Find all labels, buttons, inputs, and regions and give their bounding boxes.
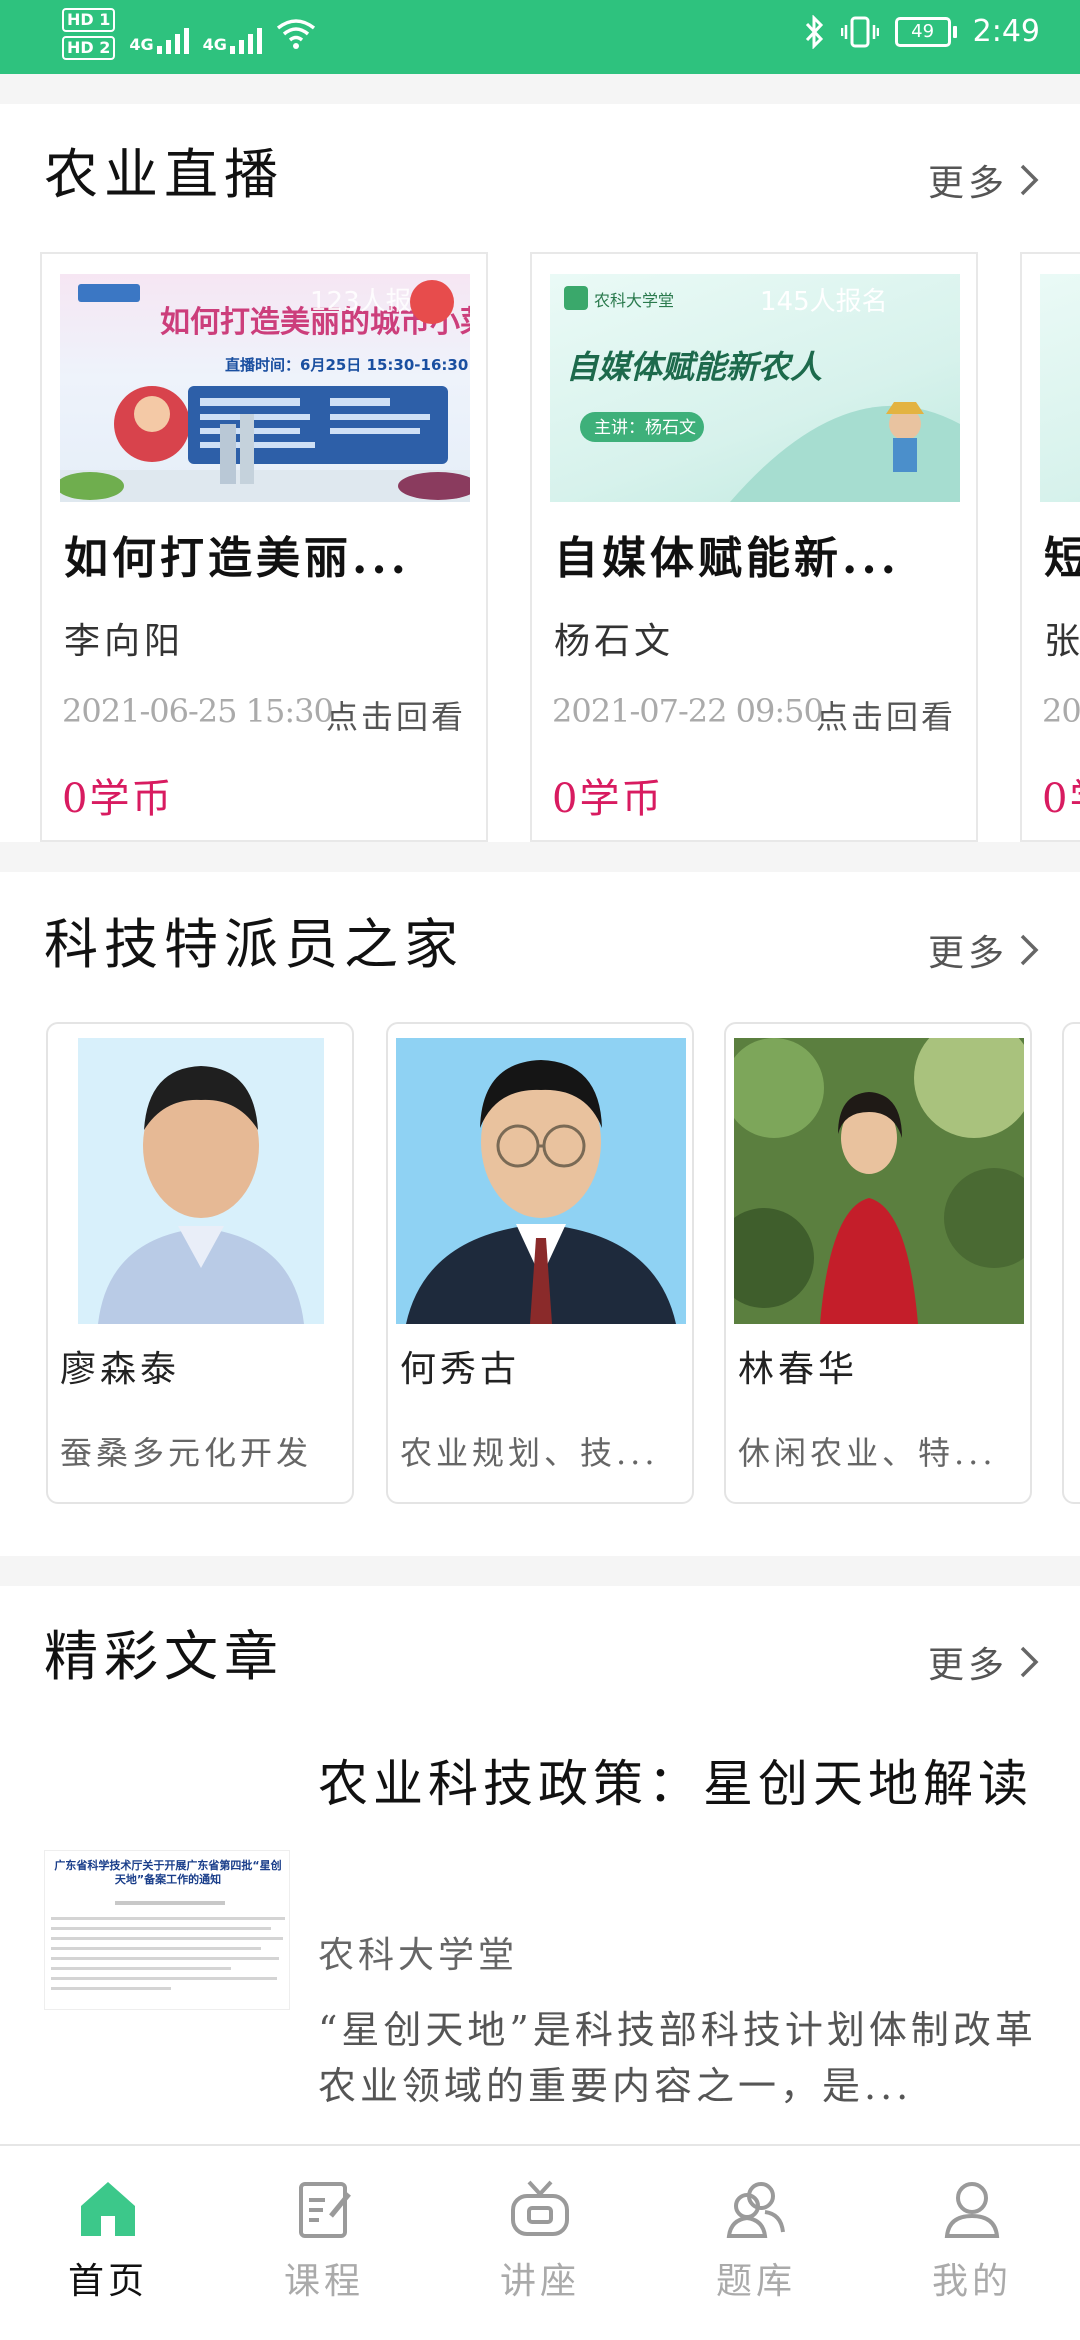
experts-list[interactable]: 廖森泰 蚕桑多元化开发 何秀古 农业规划、技... 林春华 休闲农业、特... bbox=[0, 1022, 1080, 1504]
live-card-time: 2021-07-22 09:50 bbox=[552, 692, 824, 730]
live-card[interactable]: 短 张 202 0学 bbox=[1020, 252, 1080, 842]
live-card[interactable]: 如何打造美丽的城市小菜园？ 123人报名 直播时间：6月25日 15:30-16… bbox=[40, 252, 488, 842]
live-card-host: 张 bbox=[1044, 621, 1080, 662]
expert-card[interactable]: 林春华 休闲农业、特... bbox=[724, 1022, 1032, 1504]
replay-link[interactable]: 点击回看 bbox=[326, 692, 466, 738]
live-card-host: 李向阳 bbox=[64, 621, 185, 662]
chevron-right-icon bbox=[1020, 1646, 1039, 1678]
article-title: 农业科技政策：星创天地解读 bbox=[318, 1755, 1033, 1813]
live-card-title: 自媒体赋能新... bbox=[554, 533, 900, 584]
thumb-overlay: 145人报名 bbox=[760, 287, 888, 317]
profile-icon bbox=[944, 2182, 1000, 2238]
article-summary: “星创天地”是科技部科技计划体制改革农业领域的重要内容之一，是... bbox=[318, 2008, 1037, 2108]
lecture-icon bbox=[511, 2180, 569, 2236]
section-divider bbox=[0, 1556, 1080, 1586]
network-type-2: 4G bbox=[202, 35, 227, 54]
question-bank-icon bbox=[726, 2182, 785, 2238]
live-thumbnail bbox=[1040, 274, 1080, 502]
bluetooth-icon bbox=[805, 14, 823, 49]
expert-photo bbox=[734, 1038, 1024, 1324]
tab-label: 讲座 bbox=[499, 2261, 580, 2302]
vibrate-icon bbox=[840, 16, 879, 47]
tab-question-bank[interactable]: 题库 bbox=[676, 2176, 836, 2304]
expert-name: 何秀古 bbox=[400, 1349, 521, 1390]
thumb-heading: 自媒体赋能新农人 bbox=[566, 348, 822, 386]
course-icon bbox=[299, 2182, 351, 2238]
live-card-title: 短 bbox=[1044, 533, 1080, 584]
sim1-badge: HD 1 bbox=[62, 8, 116, 32]
status-bar: HD 1 HD 2 4G 4G 49 2:49 bbox=[0, 0, 1080, 74]
battery-level: 49 bbox=[894, 16, 951, 47]
live-card[interactable]: 农科大学堂 145人报名 自媒体赋能新农人 主讲：杨石文 自媒体赋能新... 杨… bbox=[530, 252, 978, 842]
article-source: 农科大学堂 bbox=[318, 1935, 519, 1976]
tab-course[interactable]: 课程 bbox=[244, 2176, 404, 2304]
sim-indicators: HD 1 HD 2 bbox=[62, 8, 116, 60]
expert-photo bbox=[396, 1038, 686, 1324]
section-divider bbox=[0, 842, 1080, 872]
expert-name: 林春华 bbox=[738, 1349, 859, 1390]
articles-more-button[interactable]: 更多 bbox=[928, 1636, 1040, 1688]
tab-profile[interactable]: 我的 bbox=[892, 2176, 1052, 2304]
network-type-1: 4G bbox=[129, 35, 154, 54]
live-more-button[interactable]: 更多 bbox=[928, 154, 1040, 206]
wifi-icon bbox=[276, 19, 315, 49]
live-section-header: 农业直播 更多 bbox=[0, 130, 1080, 220]
experts-section-header: 科技特派员之家 更多 bbox=[0, 900, 1080, 990]
battery-icon: 49 bbox=[894, 16, 957, 47]
expert-card[interactable]: 廖森泰 蚕桑多元化开发 bbox=[46, 1022, 354, 1504]
live-card-time: 2021-06-25 15:30 bbox=[62, 692, 334, 730]
tab-home[interactable]: 首页 bbox=[28, 2176, 188, 2304]
experts-section-title: 科技特派员之家 bbox=[44, 913, 464, 976]
live-card-host: 杨石文 bbox=[554, 621, 675, 662]
articles-section-header: 精彩文章 更多 bbox=[0, 1612, 1080, 1702]
article-thumbnail: 广东省科学技术厅关于开展广东省第四批“星创天地”备案工作的通知 bbox=[44, 1850, 290, 2010]
expert-field: 休闲农业、特... bbox=[738, 1434, 997, 1472]
expert-photo bbox=[78, 1038, 324, 1324]
articles-section-title: 精彩文章 bbox=[44, 1625, 284, 1688]
signal-2-icon: 4G bbox=[203, 14, 262, 54]
live-thumbnail: 如何打造美丽的城市小菜园？ 123人报名 直播时间：6月25日 15:30-16… bbox=[60, 274, 470, 502]
article-item[interactable]: 广东省科学技术厅关于开展广东省第四批“星创天地”备案工作的通知 农业科技政策：星… bbox=[0, 1720, 1080, 2140]
live-list[interactable]: 如何打造美丽的城市小菜园？ 123人报名 直播时间：6月25日 15:30-16… bbox=[0, 252, 1080, 842]
live-card-title: 如何打造美丽... bbox=[64, 533, 410, 584]
expert-field: 蚕桑多元化开发 bbox=[60, 1434, 313, 1472]
thumb-schedule: 直播时间：6月25日 15:30-16:30 bbox=[225, 356, 468, 374]
chevron-right-icon bbox=[1020, 934, 1039, 966]
expert-card[interactable]: 何秀古 农业规划、技... bbox=[386, 1022, 694, 1504]
signal-1-icon: 4G bbox=[129, 14, 189, 54]
thumb-host: 主讲：杨石文 bbox=[594, 418, 696, 438]
thumb-brand: 农科大学堂 bbox=[594, 291, 674, 310]
expert-name: 廖森泰 bbox=[60, 1349, 181, 1390]
live-card-price: 0学币 bbox=[62, 776, 174, 822]
tab-label: 课程 bbox=[283, 2261, 364, 2302]
articles-more-label: 更多 bbox=[927, 1645, 1008, 1686]
section-divider bbox=[0, 74, 1080, 104]
live-section-title: 农业直播 bbox=[44, 143, 284, 206]
live-more-label: 更多 bbox=[927, 163, 1008, 204]
live-card-price: 0学币 bbox=[552, 776, 664, 822]
live-card-price: 0学 bbox=[1042, 776, 1080, 822]
experts-more-button[interactable]: 更多 bbox=[928, 924, 1040, 976]
expert-field: 农业规划、技... bbox=[400, 1434, 659, 1472]
tab-label: 我的 bbox=[931, 2261, 1012, 2302]
live-thumbnail: 农科大学堂 145人报名 自媒体赋能新农人 主讲：杨石文 bbox=[550, 274, 960, 502]
bottom-tab-bar: 首页 课程 讲座 题库 我的 bbox=[0, 2144, 1080, 2340]
article-thumb-heading: 广东省科学技术厅关于开展广东省第四批“星创天地”备案工作的通知 bbox=[54, 1859, 282, 1886]
chevron-right-icon bbox=[1020, 164, 1039, 196]
tab-lecture[interactable]: 讲座 bbox=[460, 2176, 620, 2304]
expert-card[interactable] bbox=[1062, 1022, 1080, 1504]
sim2-badge: HD 2 bbox=[62, 36, 116, 60]
tab-label: 题库 bbox=[715, 2261, 796, 2302]
clock: 2:49 bbox=[972, 14, 1040, 49]
replay-link[interactable]: 点击回看 bbox=[816, 692, 956, 738]
home-icon bbox=[81, 2182, 135, 2236]
experts-more-label: 更多 bbox=[927, 933, 1008, 974]
live-card-time: 202 bbox=[1042, 692, 1080, 730]
tab-label: 首页 bbox=[67, 2261, 148, 2302]
